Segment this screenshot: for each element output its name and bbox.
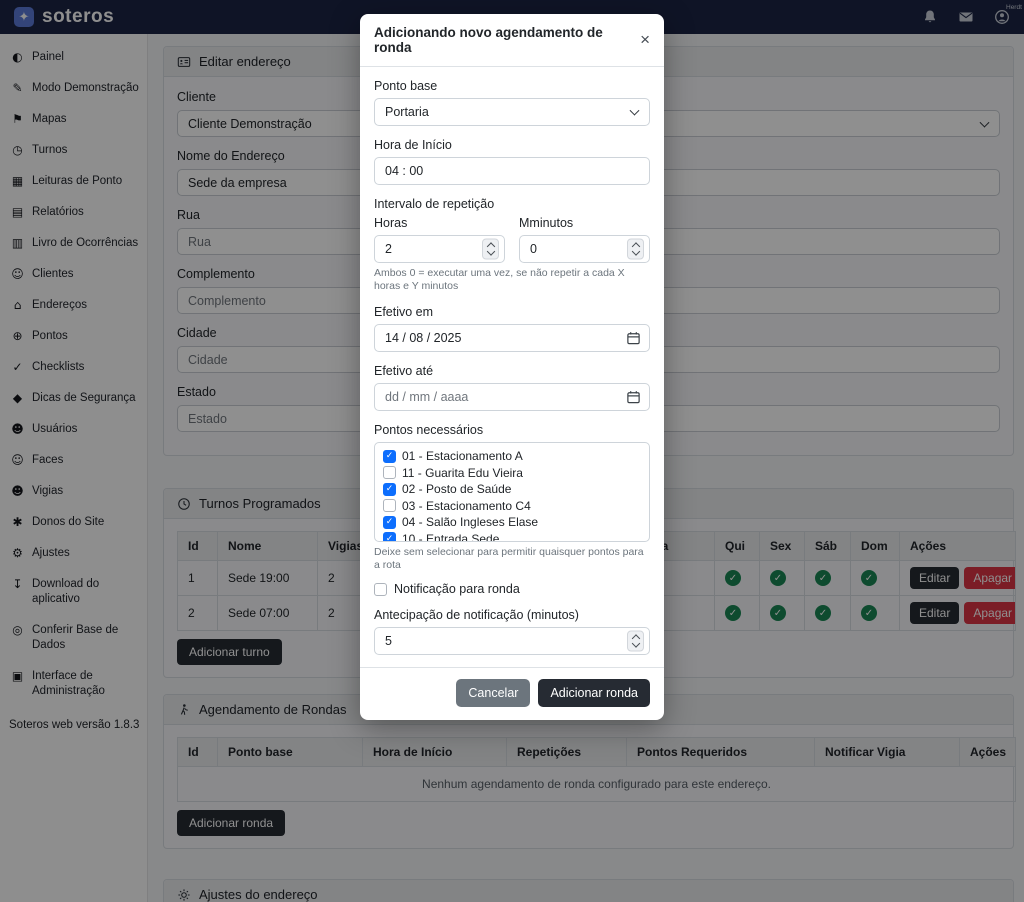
minutes-input[interactable]: 0 — [519, 235, 650, 263]
required-point-option[interactable]: ✓ 04 - Salão Ingleses Elase — [383, 514, 641, 531]
round-notification-row[interactable]: Notificação para ronda — [374, 582, 650, 596]
required-point-option[interactable]: 11 - Guarita Edu Vieira — [383, 465, 641, 482]
point-label: 03 - Estacionamento C4 — [402, 499, 531, 513]
spinner-updown-icon[interactable] — [482, 239, 499, 260]
spinner-updown-icon[interactable] — [627, 631, 644, 652]
required-point-option[interactable]: ✓ 10 - Entrada Sede — [383, 531, 641, 543]
required-points-list[interactable]: ✓ 01 - Estacionamento A 11 - Guarita Edu V… — [374, 442, 650, 542]
field-label: Pontos necessários — [374, 423, 650, 438]
point-label: 11 - Guarita Edu Vieira — [402, 466, 523, 480]
calendar-icon[interactable] — [626, 331, 641, 346]
start-time-input[interactable]: 04 : 00 — [374, 157, 650, 185]
checkbox-label: Notificação para ronda — [394, 582, 520, 596]
calendar-icon[interactable] — [626, 390, 641, 405]
point-checkbox[interactable]: ✓ — [383, 450, 396, 463]
field-label: Efetivo até — [374, 364, 650, 379]
effective-from-input[interactable]: 14 / 08 / 2025 — [374, 324, 650, 352]
chevron-down-icon — [630, 106, 640, 116]
round-notification-checkbox[interactable] — [374, 583, 387, 596]
modal-title: Adicionando novo agendamento de ronda — [374, 25, 640, 55]
spinner-updown-icon[interactable] — [627, 239, 644, 260]
cancel-button[interactable]: Cancelar — [456, 679, 530, 707]
field-label: Hora de Início — [374, 138, 650, 153]
point-checkbox[interactable] — [383, 466, 396, 479]
point-label: 04 - Salão Ingleses Elase — [402, 515, 538, 529]
add-round-schedule-modal: Adicionando novo agendamento de ronda × … — [360, 14, 664, 720]
field-label: Efetivo em — [374, 305, 650, 320]
effective-until-input[interactable]: dd / mm / aaaa — [374, 383, 650, 411]
point-checkbox[interactable] — [383, 499, 396, 512]
page-root: ✦ soteros Herdt ◐Painel✎Modo Demonstraçã… — [0, 0, 1024, 902]
base-point-select[interactable]: Portaria — [374, 98, 650, 126]
point-label: 01 - Estacionamento A — [402, 449, 523, 463]
points-help-text: Deixe sem selecionar para permitir quais… — [374, 546, 650, 572]
notification-lead-input[interactable]: 5 — [374, 627, 650, 655]
field-label: Antecipação de notificação (minutos) — [374, 608, 650, 623]
submit-add-round-button[interactable]: Adicionar ronda — [538, 679, 650, 707]
field-label: Ponto base — [374, 79, 650, 94]
required-point-option[interactable]: 03 - Estacionamento C4 — [383, 498, 641, 515]
repeat-help-text: Ambos 0 = executar uma vez, se não repet… — [374, 267, 650, 293]
point-checkbox[interactable]: ✓ — [383, 483, 396, 496]
required-point-option[interactable]: ✓ 01 - Estacionamento A — [383, 448, 641, 465]
close-icon[interactable]: × — [640, 33, 650, 47]
hours-input[interactable]: 2 — [374, 235, 505, 263]
point-checkbox[interactable]: ✓ — [383, 532, 396, 542]
point-label: 10 - Entrada Sede — [402, 532, 499, 542]
point-checkbox[interactable]: ✓ — [383, 516, 396, 529]
point-label: 02 - Posto de Saúde — [402, 482, 511, 496]
required-point-option[interactable]: ✓ 02 - Posto de Saúde — [383, 481, 641, 498]
field-label: Intervalo de repetição — [374, 197, 650, 212]
field-label: Mminutos — [519, 216, 650, 231]
field-label: Horas — [374, 216, 505, 231]
